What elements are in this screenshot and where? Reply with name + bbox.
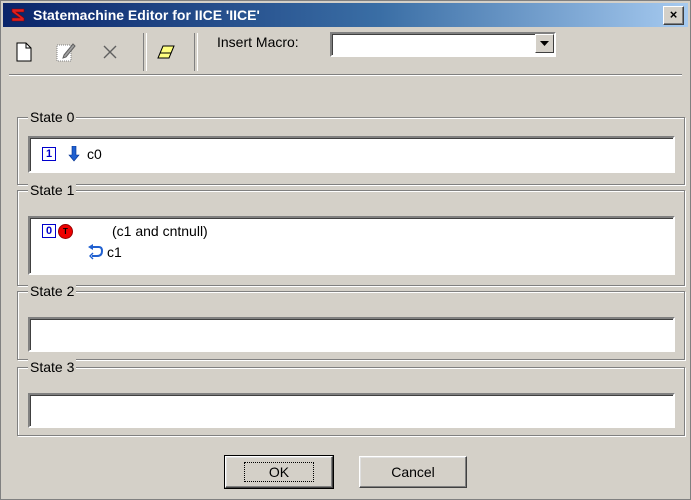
eraser-icon <box>157 45 175 59</box>
insert-macro-label: Insert Macro: <box>217 34 299 50</box>
delete-button[interactable] <box>97 39 123 65</box>
state-0-group: State 0 1 c0 <box>17 109 685 185</box>
state-1-group: State 1 0 T (c1 and cntnull) c1 <box>17 182 685 286</box>
edit-button[interactable] <box>53 39 79 65</box>
state-3-box[interactable] <box>28 393 675 428</box>
transition-t-icon: T <box>58 223 73 239</box>
delete-icon <box>103 45 117 59</box>
arrow-down-icon <box>68 146 80 162</box>
toolbar-separator <box>143 33 147 71</box>
statemachine-editor-dialog: Statemachine Editor for IICE 'IICE' × In… <box>0 0 691 500</box>
title-bar[interactable]: Statemachine Editor for IICE 'IICE' × <box>3 3 688 27</box>
state-0-title: State 0 <box>28 109 77 125</box>
new-document-button[interactable] <box>11 39 37 65</box>
chevron-down-icon <box>540 41 549 46</box>
state-0-condition: c0 <box>87 146 102 162</box>
state-1-box[interactable]: 0 T (c1 and cntnull) c1 <box>28 216 675 275</box>
state-number-icon: 0 <box>42 224 56 238</box>
state-1-line[interactable]: c1 <box>87 244 122 260</box>
edit-icon <box>56 43 76 62</box>
new-document-icon <box>16 42 32 62</box>
cancel-button-label: Cancel <box>391 464 435 480</box>
state-2-box[interactable] <box>28 317 675 352</box>
toolbar-separator <box>194 33 198 71</box>
state-1-condition: (c1 and cntnull) <box>112 223 208 239</box>
cancel-button[interactable]: Cancel <box>359 456 467 488</box>
state-1-action: c1 <box>107 244 122 260</box>
state-2-title: State 2 <box>28 283 77 299</box>
state-3-group: State 3 <box>17 359 685 436</box>
state-number-icon: 1 <box>42 147 56 161</box>
toolbar-divider <box>9 74 682 76</box>
state-0-line[interactable]: 1 c0 <box>42 146 102 162</box>
app-logo-icon <box>11 8 25 22</box>
state-1-line[interactable]: 0 T (c1 and cntnull) <box>42 223 208 239</box>
close-button[interactable]: × <box>663 6 684 25</box>
ok-button[interactable]: OK <box>224 455 334 489</box>
state-1-title: State 1 <box>28 182 77 198</box>
ok-button-label: OK <box>243 462 315 482</box>
state-0-box[interactable]: 1 c0 <box>28 136 675 173</box>
dropdown-button[interactable] <box>535 34 554 53</box>
loop-back-icon <box>88 244 103 260</box>
insert-macro-select[interactable] <box>330 32 556 57</box>
state-3-title: State 3 <box>28 359 77 375</box>
state-2-group: State 2 <box>17 283 685 360</box>
window-title: Statemachine Editor for IICE 'IICE' <box>33 7 260 23</box>
eraser-button[interactable] <box>153 39 179 65</box>
